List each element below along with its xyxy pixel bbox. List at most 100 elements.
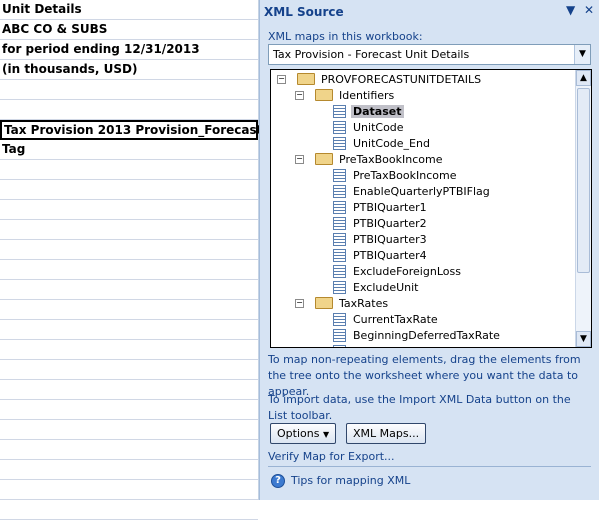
element-icon [333, 280, 346, 294]
scroll-thumb[interactable] [577, 88, 590, 273]
dropdown-arrow-icon: ▼ [322, 430, 330, 439]
element-icon [333, 200, 346, 214]
element-icon [333, 312, 346, 326]
options-button[interactable]: Options ▼ [270, 423, 337, 444]
cell[interactable]: Unit Details [0, 0, 258, 20]
help-icon: ? [271, 474, 285, 488]
cell[interactable] [0, 260, 258, 280]
tree-node[interactable]: PTBIQuarter3 [333, 231, 429, 247]
collapse-icon[interactable]: − [295, 90, 304, 100]
element-icon [333, 136, 346, 150]
tree-node[interactable]: PreTaxBookIncome [333, 167, 459, 183]
cell[interactable] [0, 80, 258, 100]
tree-node-label: TaxRates [339, 296, 389, 310]
tree-node-label: EndingDeferredTaxRate [351, 345, 485, 348]
xml-source-pane: XML Source ▼ ✕ XML maps in this workbook… [259, 0, 599, 500]
element-icon [333, 232, 346, 246]
cell[interactable] [0, 240, 258, 260]
cell[interactable] [0, 100, 258, 120]
cell[interactable] [0, 380, 258, 400]
verify-map-link[interactable]: Verify Map for Export... [268, 450, 395, 463]
element-icon [333, 328, 346, 342]
tree-node[interactable]: − TaxRates [295, 295, 390, 311]
cell[interactable] [0, 320, 258, 340]
close-icon[interactable]: ✕ [584, 3, 594, 17]
xml-map-select[interactable]: Tax Provision - Forecast Unit Details ▼ [268, 44, 591, 65]
cell[interactable] [0, 280, 258, 300]
cell[interactable] [0, 340, 258, 360]
cell[interactable] [0, 420, 258, 440]
tree-node[interactable]: PTBIQuarter1 [333, 199, 429, 215]
tree-node[interactable]: − PROVFORECASTUNITDETAILS [277, 71, 483, 87]
cell[interactable] [0, 300, 258, 320]
cell[interactable] [0, 440, 258, 460]
element-icon [333, 216, 346, 230]
element-icon [333, 104, 346, 118]
cell[interactable] [0, 200, 258, 220]
collapse-icon[interactable]: − [295, 298, 304, 308]
tree-node-label: CurrentTaxRate [353, 312, 438, 326]
tree-node-label: ExcludeForeignLoss [353, 264, 461, 278]
tree-node[interactable]: PTBIQuarter4 [333, 247, 429, 263]
tree-node[interactable]: ExcludeForeignLoss [333, 263, 463, 279]
collapse-icon[interactable]: − [295, 154, 304, 164]
cell[interactable] [0, 400, 258, 420]
tree-node-label: UnitCode [353, 120, 404, 134]
tree-node[interactable]: UnitCode_End [333, 135, 432, 151]
tree-node[interactable]: BeginningDeferredTaxRate [333, 327, 502, 343]
tree-node-label: ExcludeUnit [353, 280, 419, 294]
xml-map-value: Tax Provision - Forecast Unit Details [273, 48, 470, 61]
scroll-up-icon[interactable]: ▲ [576, 70, 591, 86]
element-icon [333, 184, 346, 198]
collapse-icon[interactable]: − [277, 74, 286, 84]
tree-node[interactable]: UnitCode [333, 119, 406, 135]
worksheet[interactable]: Unit Details ABC CO & SUBS for period endi… [0, 0, 262, 520]
maps-label: XML maps in this workbook: [268, 30, 423, 43]
xml-tree[interactable]: EndingDeferredTaxRate BeginningDeferredTa… [270, 69, 592, 348]
tree-node-label: UnitCode_End [353, 136, 430, 150]
tree-node[interactable]: − Identifiers [295, 87, 396, 103]
tree-node-label: Identifiers [339, 88, 395, 102]
pane-menu-icon[interactable]: ▼ [566, 3, 575, 17]
tree-scrollbar[interactable]: ▲ ▼ [575, 70, 591, 347]
cell[interactable]: ABC CO & SUBS [0, 20, 258, 40]
tree-node-label: PTBIQuarter1 [353, 200, 427, 214]
tree-node[interactable]: PTBIQuarter2 [333, 215, 429, 231]
tree-node-label: PROVFORECASTUNITDETAILS [321, 72, 482, 86]
cell[interactable]: Tag [0, 140, 258, 160]
cell[interactable] [0, 460, 258, 480]
tree-node[interactable]: − PreTaxBookIncome [295, 151, 445, 167]
tree-node-label: BeginningDeferredTaxRate [353, 328, 500, 342]
tree-node-label: PreTaxBookIncome [339, 152, 443, 166]
cell[interactable] [0, 160, 258, 180]
tree-node[interactable]: CurrentTaxRate [333, 311, 440, 327]
pane-title: XML Source [264, 5, 344, 19]
folder-icon [315, 297, 333, 309]
help-import-text: To import data, use the Import XML Data … [268, 393, 571, 422]
cell[interactable] [0, 180, 258, 200]
cell[interactable] [0, 500, 258, 520]
cell[interactable]: (in thousands, USD) [0, 60, 258, 80]
tree-node-label: PTBIQuarter3 [353, 232, 427, 246]
tree-node[interactable]: ExcludeUnit [333, 279, 420, 295]
cell[interactable] [0, 360, 258, 380]
chevron-down-icon[interactable]: ▼ [574, 45, 590, 64]
folder-icon [315, 153, 333, 165]
tree-node-label: EnableQuarterlyPTBIFlag [353, 184, 490, 198]
element-icon [333, 264, 346, 278]
scroll-down-icon[interactable]: ▼ [576, 331, 591, 347]
folder-icon [315, 89, 333, 101]
tree-node[interactable]: EndingDeferredTaxRate [333, 343, 485, 348]
element-icon [333, 120, 346, 134]
cell[interactable] [0, 480, 258, 500]
folder-icon [297, 73, 315, 85]
tree-node[interactable]: Dataset [333, 103, 404, 119]
xml-maps-button[interactable]: XML Maps... [346, 423, 427, 444]
cell[interactable]: for period ending 12/31/2013 [0, 40, 258, 60]
element-icon [333, 168, 346, 182]
tree-node[interactable]: EnableQuarterlyPTBIFlag [333, 183, 492, 199]
cell[interactable] [0, 220, 258, 240]
selected-cell[interactable]: Tax Provision 2013 Provision_Forecast [0, 120, 262, 140]
tips-link[interactable]: Tips for mapping XML [291, 474, 410, 487]
tree-node-label: PTBIQuarter2 [353, 216, 427, 230]
